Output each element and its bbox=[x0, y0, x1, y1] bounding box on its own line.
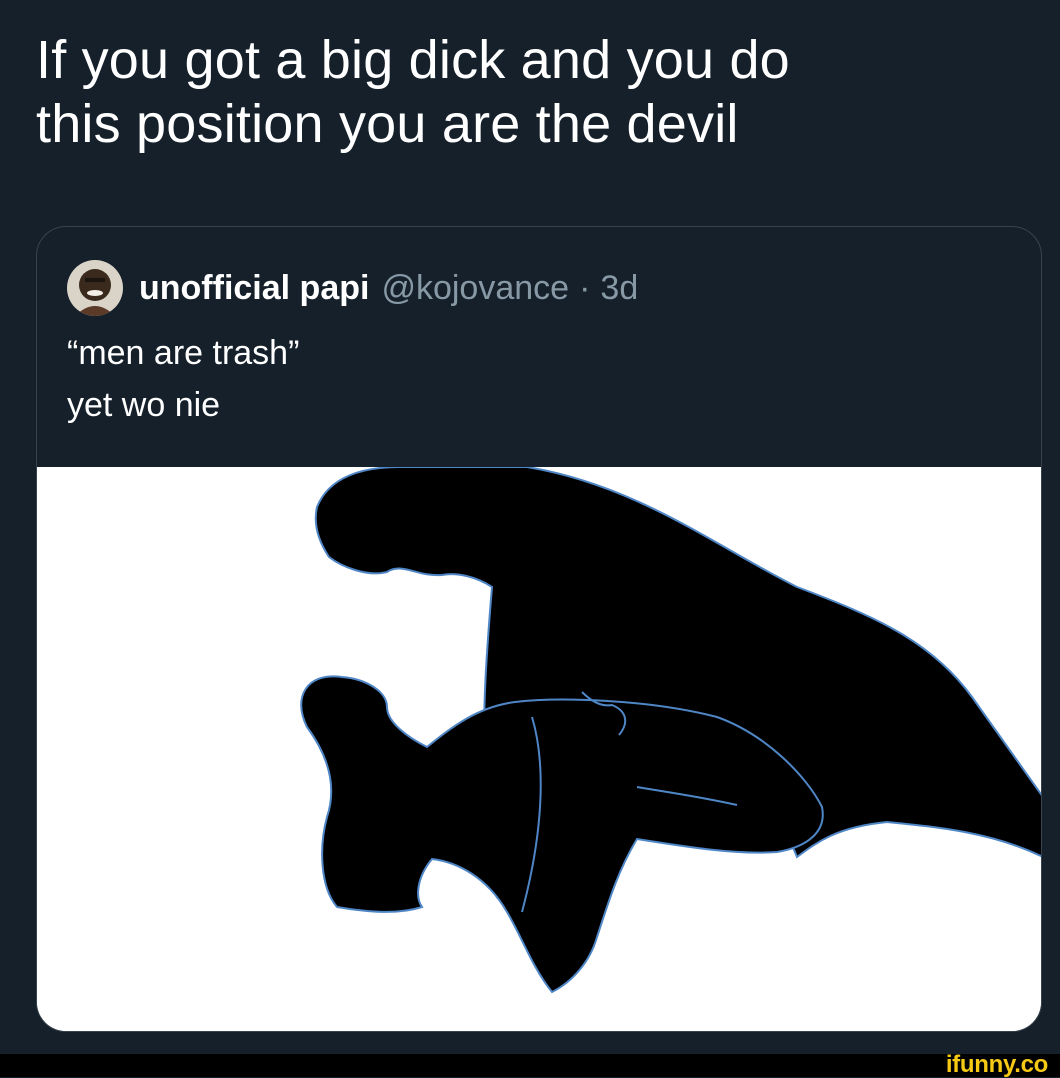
quoted-timestamp[interactable]: 3d bbox=[600, 269, 638, 308]
quoted-tweet-card[interactable]: unofficial papi @kojovance · 3d “men are… bbox=[36, 226, 1042, 1032]
quoted-text-line-2: yet wo nie bbox=[67, 386, 221, 424]
avatar[interactable] bbox=[67, 260, 123, 316]
quoted-tweet-text: “men are trash” yet wo nie bbox=[67, 327, 299, 431]
quoted-tweet-header: unofficial papi @kojovance · 3d bbox=[67, 259, 638, 317]
avatar-photo-icon bbox=[67, 260, 123, 316]
quoted-handle[interactable]: @kojovance bbox=[381, 269, 569, 308]
post-text-line-2: this position you are the devil bbox=[36, 94, 739, 154]
quoted-display-name[interactable]: unofficial papi bbox=[139, 269, 369, 308]
post-text-line-1: If you got a big dick and you do bbox=[36, 30, 790, 90]
ifunny-watermark: ifunny.co bbox=[945, 1051, 1048, 1078]
header-separator: · bbox=[579, 268, 591, 307]
watermark-bar bbox=[0, 1054, 1060, 1077]
post-text: If you got a big dick and you do this po… bbox=[36, 28, 1026, 156]
quoted-text-line-1: “men are trash” bbox=[67, 334, 300, 372]
silhouette-illustration bbox=[37, 467, 1041, 1031]
quoted-tweet-media[interactable] bbox=[37, 467, 1041, 1031]
